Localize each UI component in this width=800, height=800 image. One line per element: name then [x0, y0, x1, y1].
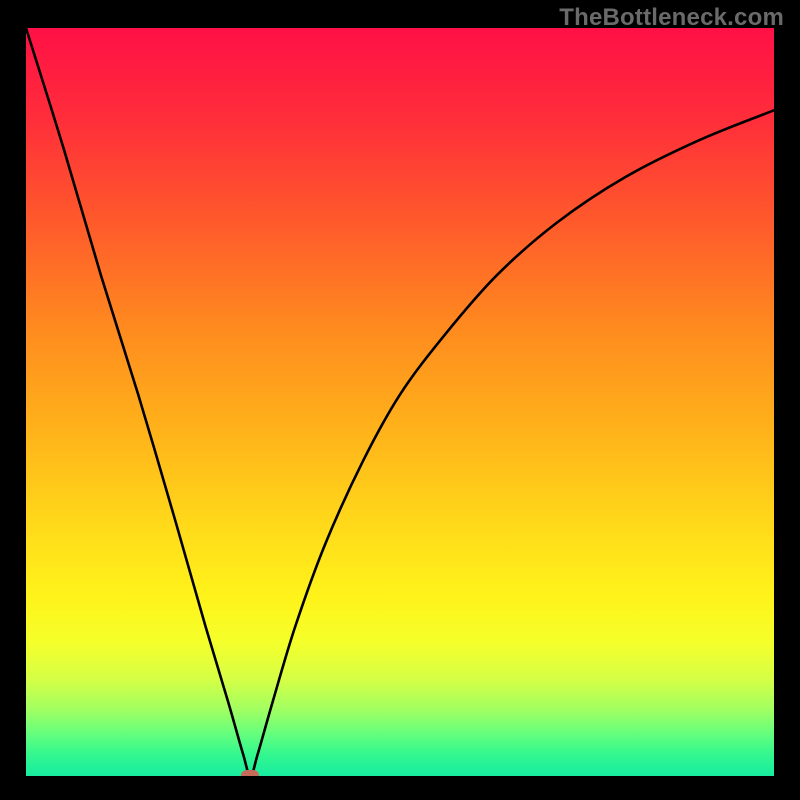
minimum-marker: [241, 770, 259, 776]
watermark-text: TheBottleneck.com: [559, 4, 784, 32]
plot-area: [26, 28, 774, 776]
bottleneck-curve: [26, 28, 774, 776]
chart-container: TheBottleneck.com: [0, 0, 800, 800]
